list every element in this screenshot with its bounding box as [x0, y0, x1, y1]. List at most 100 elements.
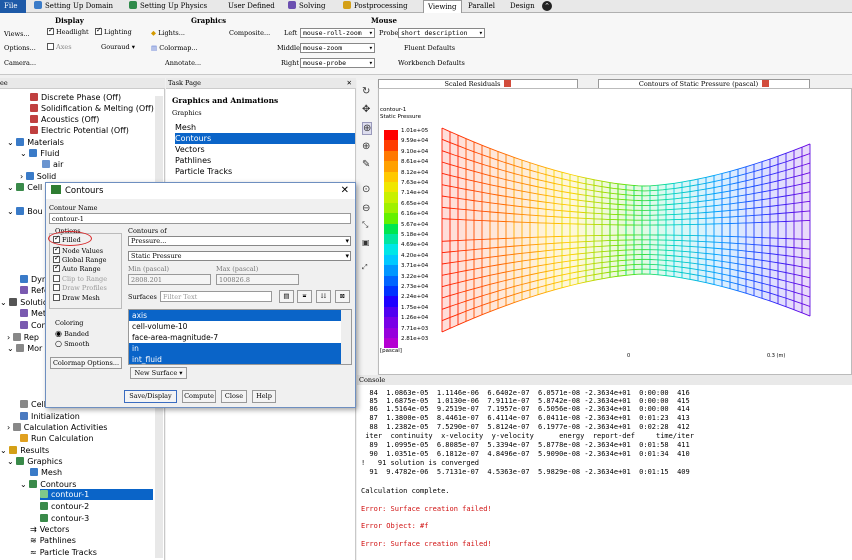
lights-button[interactable]: ◆ Lights...: [151, 29, 185, 37]
auto-range-checkbox[interactable]: Auto Range: [53, 263, 101, 273]
tree-item-controls[interactable]: Con: [20, 320, 47, 331]
composite-button[interactable]: Composite...: [229, 29, 270, 37]
clip-to-range-checkbox[interactable]: Clip to Range: [53, 275, 107, 283]
tree-item[interactable]: Solidification & Melting (Off): [30, 103, 154, 114]
tree-item-solid[interactable]: › Solid: [20, 171, 56, 182]
tree-item-methods[interactable]: Met: [20, 308, 46, 319]
tree-item[interactable]: Acoustics (Off): [30, 114, 99, 125]
help-button[interactable]: Help: [252, 390, 276, 403]
surface-item-axis[interactable]: axis: [129, 310, 341, 321]
node-values-checkbox[interactable]: Node Values: [53, 245, 103, 255]
workbench-defaults-button[interactable]: Workbench Defaults: [398, 59, 465, 67]
dialog-titlebar[interactable]: Contours ✕: [46, 183, 355, 199]
shading-dropdown[interactable]: Gouraud ▾: [101, 43, 135, 51]
axes-checkbox[interactable]: Axes: [47, 43, 72, 51]
tree-item-cell-zones[interactable]: ⌄ Cell: [7, 182, 42, 193]
camera-button[interactable]: Camera...: [4, 59, 36, 67]
pan-icon[interactable]: ✥: [362, 104, 370, 115]
surfaces-scrollbar[interactable]: [341, 310, 351, 364]
tree-item-pathlines[interactable]: ≋ Pathlines: [30, 535, 76, 546]
graphics-list-mesh[interactable]: Mesh: [175, 122, 355, 133]
surface-item-int-fluid[interactable]: int_fluid: [129, 354, 341, 364]
tree-item-report[interactable]: › Rep: [7, 332, 39, 343]
tree-item-contour-2[interactable]: contour-2: [40, 501, 89, 512]
deselect-surfaces-icon[interactable]: ⩸: [297, 290, 312, 303]
tab-file[interactable]: File: [0, 0, 26, 13]
close-icon[interactable]: [762, 80, 770, 87]
zoom-icon[interactable]: ⊕: [362, 122, 373, 135]
tree-item-boundary[interactable]: ⌄ Bou: [7, 206, 43, 217]
tab-postprocessing[interactable]: Postprocessing: [339, 0, 412, 13]
tree-item-initialization[interactable]: Initialization: [20, 411, 80, 422]
tab-setting-up-physics[interactable]: Setting Up Physics: [125, 0, 211, 13]
tree-item-dynamic[interactable]: Dyn: [20, 274, 47, 285]
colormap-options-button[interactable]: Colormap Options...: [50, 357, 122, 369]
views-button[interactable]: Views...: [4, 30, 30, 38]
tab-setting-up-domain[interactable]: Setting Up Domain: [30, 0, 117, 13]
tree-item-graphics[interactable]: ⌄ Graphics: [7, 456, 63, 467]
tree-item[interactable]: Discrete Phase (Off): [30, 92, 121, 103]
tab-user-defined[interactable]: User Defined: [224, 0, 279, 13]
select-all-surfaces-icon[interactable]: ▤: [279, 290, 294, 303]
graphics-list-particle-tracks[interactable]: Particle Tracks: [175, 166, 355, 177]
close-icon[interactable]: [504, 80, 512, 87]
screenshot-icon[interactable]: ▣: [362, 238, 370, 247]
lighting-checkbox[interactable]: Lighting: [95, 26, 132, 36]
tree-item-contour-3[interactable]: contour-3: [40, 513, 89, 524]
max-input[interactable]: 100826.8: [216, 274, 299, 285]
close-button[interactable]: Close: [221, 390, 247, 403]
save-display-button[interactable]: Save/Display: [124, 390, 177, 403]
tree-item-results[interactable]: ⌄ Results: [0, 445, 49, 456]
tree-item-run-calculation[interactable]: Run Calculation: [20, 433, 94, 444]
banded-radio[interactable]: ◉ Banded: [55, 329, 89, 338]
tree-item-particle-tracks[interactable]: ≈ Particle Tracks: [30, 547, 97, 558]
colormap-button[interactable]: ▤ Colormap...: [151, 44, 198, 52]
min-input[interactable]: 2808.201: [128, 274, 211, 285]
tab-design[interactable]: Design: [506, 0, 539, 13]
surface-item[interactable]: cell-volume-10: [129, 321, 351, 332]
tab-parallel[interactable]: Parallel: [464, 0, 499, 13]
tab-solving[interactable]: Solving: [284, 0, 329, 13]
contours-of-select[interactable]: Pressure...: [128, 236, 351, 246]
compute-button[interactable]: Compute: [182, 390, 216, 403]
graphics-list-contours[interactable]: Contours: [175, 133, 355, 144]
graphics-list-vectors[interactable]: Vectors: [175, 144, 355, 155]
tree-item-cell-registers[interactable]: Cell: [20, 399, 46, 410]
filter-surfaces-icon[interactable]: ⇊: [316, 290, 331, 303]
quantity-select[interactable]: Static Pressure: [128, 251, 351, 261]
contour-name-input[interactable]: contour-1: [49, 213, 351, 224]
surface-item[interactable]: face-area-magnitude-7: [129, 332, 351, 343]
tree-item-monitors[interactable]: ⌄ Mor: [7, 343, 42, 354]
tree-item-contour-1[interactable]: contour-1: [40, 489, 153, 500]
zoom-out-icon[interactable]: ⊖: [362, 203, 370, 214]
tab-viewing[interactable]: Viewing: [423, 0, 462, 13]
tree-item-air[interactable]: air: [42, 159, 63, 170]
smooth-radio[interactable]: ○ Smooth: [55, 339, 89, 348]
graphics-list-pathlines[interactable]: Pathlines: [175, 155, 355, 166]
tree-item-solution[interactable]: ⌄ Solutio: [0, 297, 48, 308]
middle-mouse-select[interactable]: mouse-zoom: [300, 43, 375, 53]
tree-item[interactable]: Electric Potential (Off): [30, 125, 129, 136]
probe-select[interactable]: short description: [398, 28, 485, 38]
headlight-checkbox[interactable]: Headlight: [47, 26, 89, 36]
view-icon[interactable]: ⤢: [362, 263, 368, 272]
tree-item-mesh[interactable]: Mesh: [30, 467, 62, 478]
probe-icon[interactable]: ✎: [362, 159, 370, 170]
right-mouse-select[interactable]: mouse-probe: [300, 58, 375, 68]
annotate-button[interactable]: Annotate...: [165, 59, 201, 67]
left-mouse-select[interactable]: mouse-roll-zoom: [300, 28, 375, 38]
zoom-in-icon[interactable]: ⊕: [362, 141, 370, 152]
tree-item-vectors[interactable]: ⇉ Vectors: [30, 524, 69, 535]
tree-item-materials[interactable]: ⌄ Materials: [7, 137, 64, 148]
new-surface-button[interactable]: New Surface ▾: [130, 367, 187, 379]
surface-item-in[interactable]: in: [129, 343, 341, 354]
global-range-checkbox[interactable]: Global Range: [53, 254, 106, 264]
draw-mesh-checkbox[interactable]: Draw Mesh: [53, 294, 100, 302]
contour-mesh-plot[interactable]: [430, 120, 830, 340]
tree-item-fluid[interactable]: ⌄ Fluid: [20, 148, 59, 159]
tree-item-calculation-activities[interactable]: › Calculation Activities: [7, 422, 107, 433]
fluent-defaults-button[interactable]: Fluent Defaults: [404, 44, 455, 52]
fit-icon[interactable]: ⊙: [362, 184, 370, 195]
axes-icon[interactable]: ⤡: [362, 220, 368, 230]
collapse-ribbon-icon[interactable]: ⌃: [542, 1, 552, 11]
